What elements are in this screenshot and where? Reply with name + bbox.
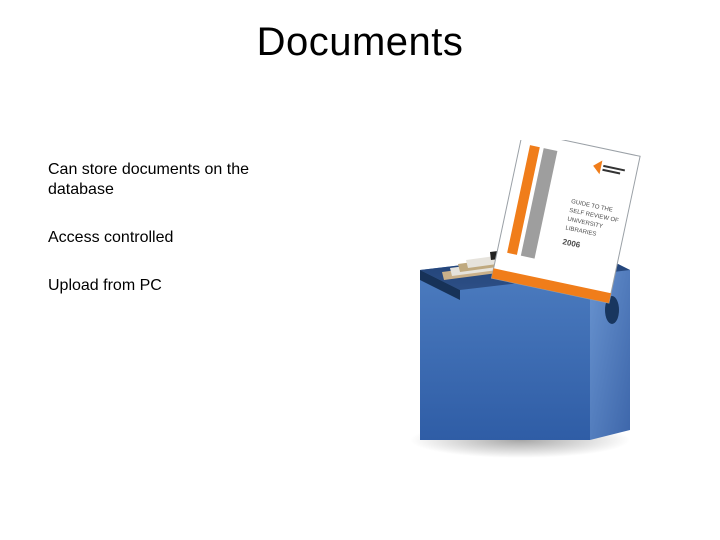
bullet-item: Access controlled: [48, 228, 308, 248]
filing-box-icon: GUIDE TO THE SELF REVIEW OF UNIVERSITY L…: [380, 140, 660, 460]
bullet-item: Upload from PC: [48, 276, 308, 296]
slide-title: Documents: [0, 20, 720, 65]
filing-box-illustration: GUIDE TO THE SELF REVIEW OF UNIVERSITY L…: [380, 140, 660, 460]
bullet-item: Can store documents on the database: [48, 160, 308, 200]
slide: Documents Can store documents on the dat…: [0, 0, 720, 540]
bullet-list: Can store documents on the database Acce…: [48, 160, 308, 324]
